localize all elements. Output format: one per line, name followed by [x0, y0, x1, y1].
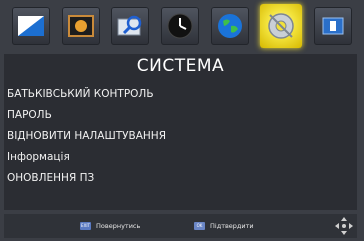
back-hint[interactable]: EXIT Повернутись [80, 222, 140, 230]
picture-settings-icon[interactable] [12, 7, 50, 45]
menu-item-information[interactable]: Інформація [6, 147, 336, 168]
menu-item-password[interactable]: ПАРОЛЬ [6, 105, 336, 126]
confirm-hint[interactable]: OK Підтвердити [194, 222, 254, 230]
confirm-hint-label: Підтвердити [210, 222, 254, 230]
exit-key-icon: EXIT [80, 222, 91, 230]
back-hint-label: Повернутись [96, 222, 141, 230]
page-title: СИСТЕМА [136, 56, 225, 76]
settings-screen: СИСТЕМА БАТЬКІВСЬКИЙ КОНТРОЛЬ ПАРОЛЬ ВІД… [0, 0, 364, 241]
menu-item-restore-settings[interactable]: ВІДНОВИТИ НАЛАШТУВАННЯ [6, 126, 336, 147]
category-icon-bar [4, 2, 360, 50]
usb-media-icon[interactable] [313, 7, 352, 45]
dpad-navigation-icon [334, 216, 354, 238]
ok-key-icon: OK [194, 222, 205, 230]
footer-hints: EXIT Повернутись OK Підтвердити [4, 214, 357, 238]
system-settings-icon[interactable] [260, 4, 303, 48]
language-settings-icon[interactable] [210, 7, 249, 45]
menu-item-parental-control[interactable]: БАТЬКІВСЬКИЙ КОНТРОЛЬ [6, 84, 336, 105]
menu-item-software-update[interactable]: ОНОВЛЕННЯ ПЗ [6, 168, 336, 189]
channel-search-icon[interactable] [111, 7, 150, 45]
system-menu: БАТЬКІВСЬКИЙ КОНТРОЛЬ ПАРОЛЬ ВІДНОВИТИ Н… [6, 84, 336, 189]
system-menu-panel: СИСТЕМА БАТЬКІВСЬКИЙ КОНТРОЛЬ ПАРОЛЬ ВІД… [4, 54, 357, 210]
time-settings-icon[interactable] [160, 7, 199, 45]
image-settings-icon[interactable] [61, 7, 100, 45]
